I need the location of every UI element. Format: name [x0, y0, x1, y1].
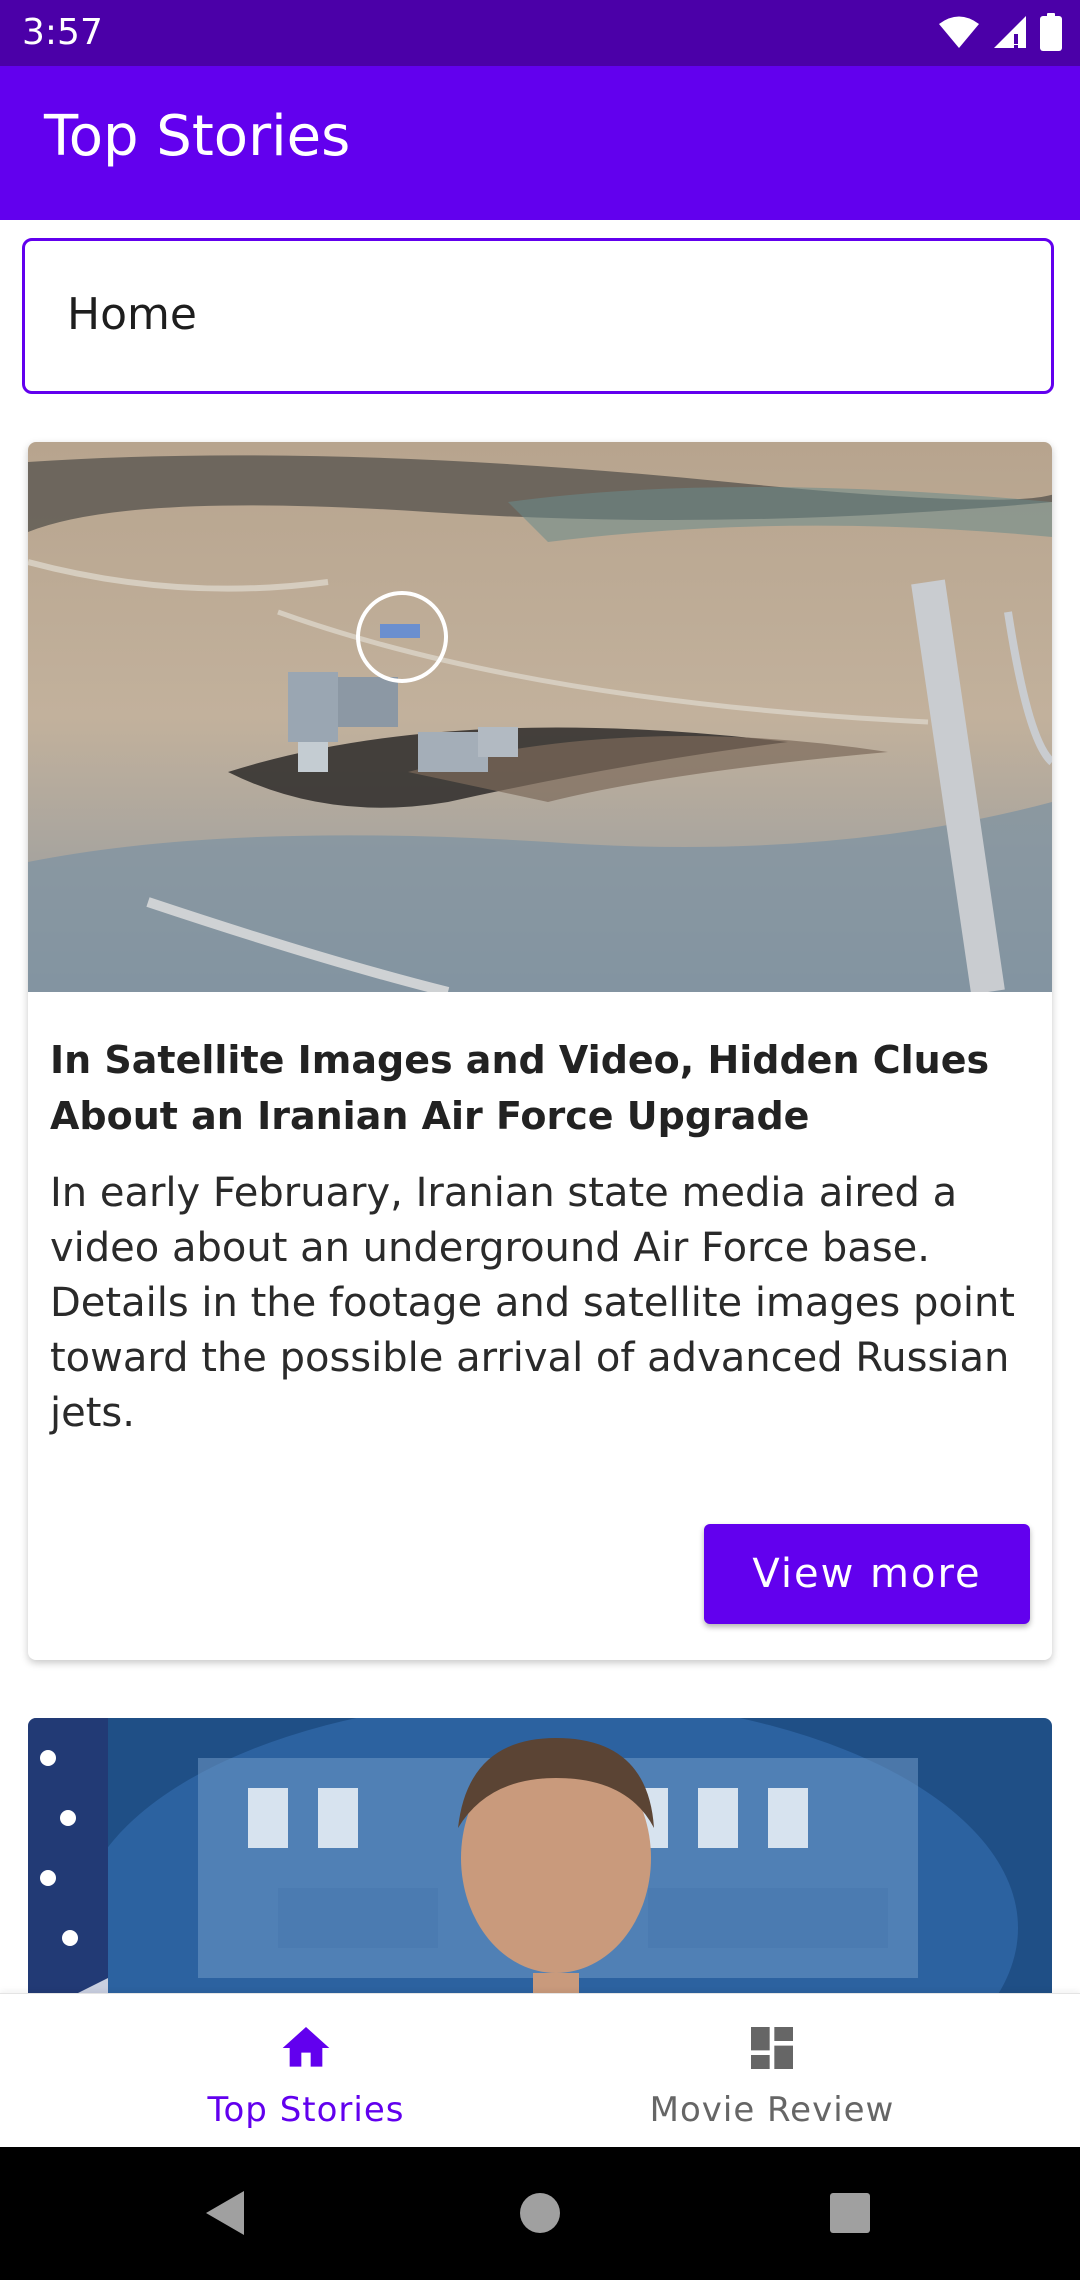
story-abstract: In early February, Iranian state media a…	[50, 1170, 1015, 1436]
wifi-icon	[939, 16, 979, 48]
bottom-navigation: Top Stories Movie Review	[0, 1993, 1080, 2148]
story-image	[28, 1718, 1052, 1993]
dashboard-icon	[751, 2027, 793, 2069]
cell-signal-icon	[994, 16, 1026, 48]
status-time: 3:57	[22, 12, 103, 53]
story-card[interactable]: In Satellite Images and Video, Hidden Cl…	[28, 442, 1052, 1660]
story-list[interactable]: In Satellite Images and Video, Hidden Cl…	[0, 400, 1080, 1993]
app-bar: Top Stories	[0, 66, 1080, 220]
home-icon	[282, 2027, 330, 2067]
home-circle-icon[interactable]	[510, 2183, 570, 2243]
nav-item-movie-review[interactable]: Movie Review	[502, 1994, 1042, 2148]
nav-item-label: Top Stories	[207, 2090, 405, 2130]
story-card[interactable]	[28, 1718, 1052, 1993]
recents-icon[interactable]	[820, 2183, 880, 2243]
status-icons	[938, 12, 1062, 52]
back-icon[interactable]	[196, 2183, 256, 2243]
battery-icon	[1040, 13, 1062, 51]
section-dropdown-value: Home	[67, 289, 197, 340]
story-image	[28, 442, 1052, 992]
view-more-button[interactable]: View more	[704, 1524, 1030, 1624]
nav-item-top-stories[interactable]: Top Stories	[36, 1994, 576, 2148]
nav-item-label: Movie Review	[649, 2090, 895, 2130]
system-navigation-bar	[0, 2147, 1080, 2280]
story-title: In Satellite Images and Video, Hidden Cl…	[50, 1038, 990, 1138]
page-title: Top Stories	[44, 104, 351, 169]
section-dropdown[interactable]: Home	[22, 238, 1054, 394]
status-bar: 3:57	[0, 0, 1080, 66]
